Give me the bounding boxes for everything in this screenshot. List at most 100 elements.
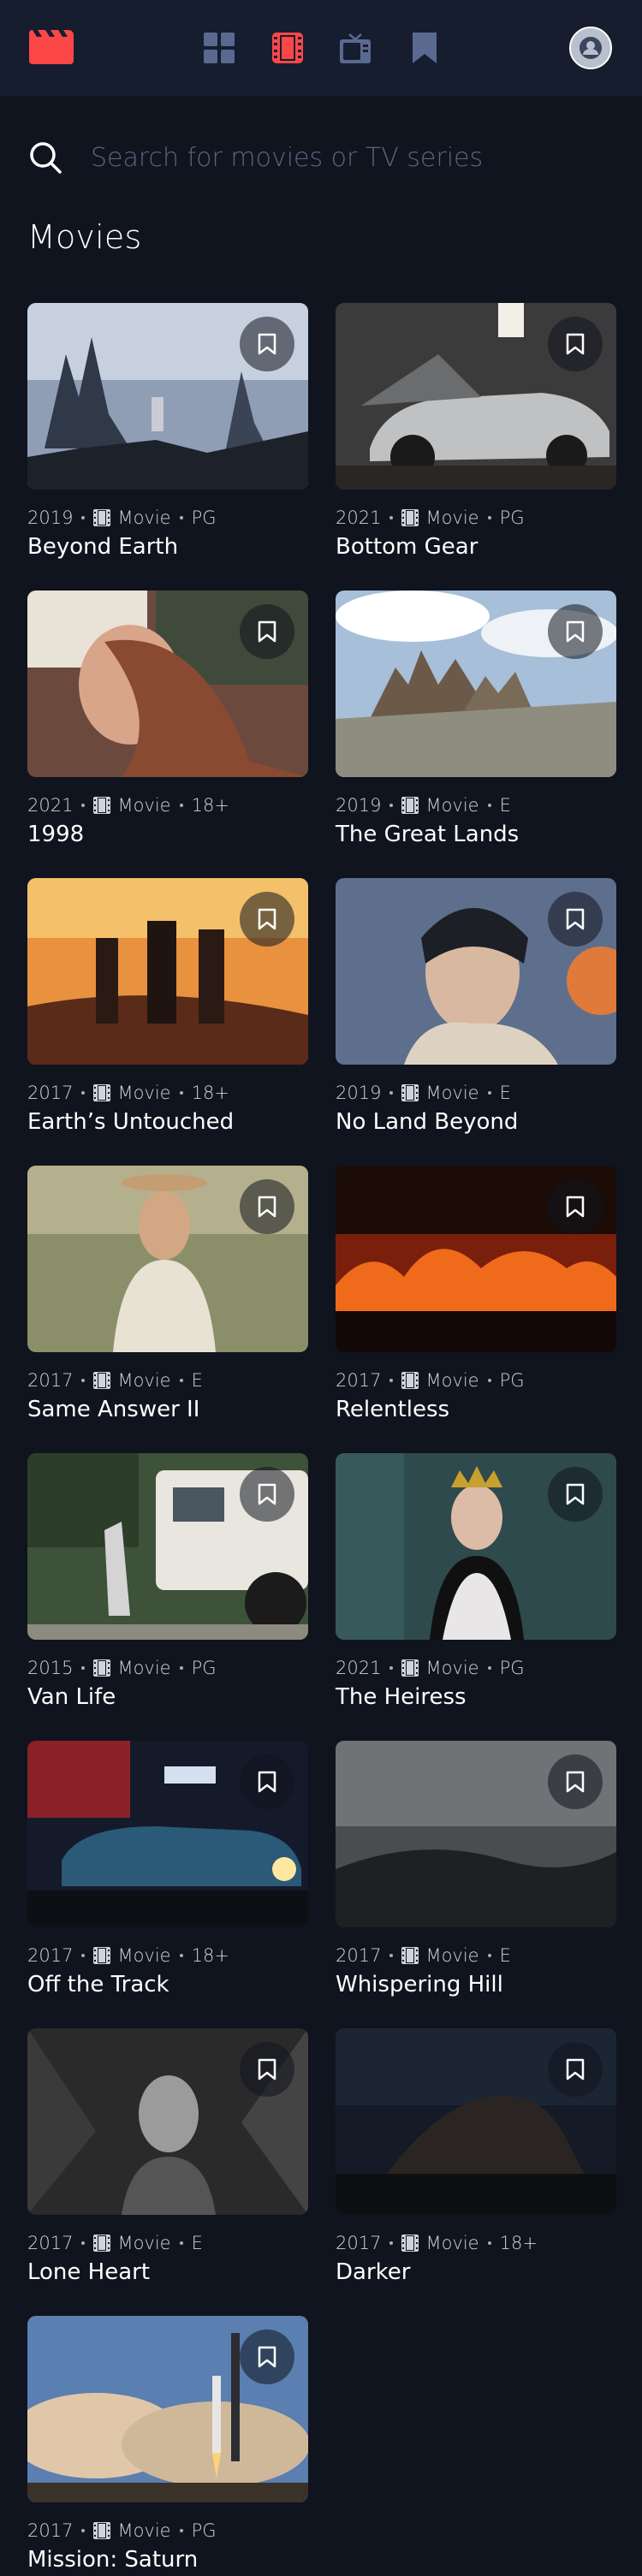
bookmark-empty-icon bbox=[258, 333, 276, 355]
avatar-person-icon bbox=[571, 28, 610, 68]
movie-rating: E bbox=[499, 1945, 511, 1966]
movie-year: 2019 bbox=[336, 795, 382, 816]
separator-dot bbox=[389, 1954, 394, 1957]
bookmark-empty-icon bbox=[566, 333, 585, 355]
movie-category: Movie bbox=[401, 795, 479, 816]
bookmark-button[interactable] bbox=[548, 317, 603, 371]
user-avatar[interactable] bbox=[569, 27, 612, 69]
movie-card[interactable]: 2021 Movie PG Bottom Gear bbox=[336, 303, 616, 591]
movie-thumbnail[interactable] bbox=[336, 2028, 616, 2215]
bookmark-empty-icon bbox=[566, 620, 585, 643]
category-label: Movie bbox=[425, 1945, 479, 1966]
movie-thumbnail[interactable] bbox=[27, 2028, 308, 2215]
movie-meta: 2017 Movie E bbox=[27, 2230, 203, 2256]
bookmark-button[interactable] bbox=[548, 1754, 603, 1809]
category-label: Movie bbox=[117, 1083, 171, 1103]
movie-title: No Land Beyond bbox=[336, 1109, 519, 1135]
movie-category: Movie bbox=[93, 795, 171, 816]
movie-category: Movie bbox=[93, 1658, 171, 1678]
bookmark-button[interactable] bbox=[548, 892, 603, 947]
tv-series-icon[interactable] bbox=[340, 33, 371, 63]
film-category-icon bbox=[401, 797, 419, 814]
bookmark-button[interactable] bbox=[240, 1754, 294, 1809]
movie-card[interactable]: 2017 Movie 18+ Off the Track bbox=[27, 1741, 308, 2028]
movie-meta: 2021 Movie 18+ bbox=[27, 792, 229, 818]
movie-card[interactable]: 2021 Movie PG The Heiress bbox=[336, 1453, 616, 1741]
movie-title: Whispering Hill bbox=[336, 1972, 503, 1997]
movie-category: Movie bbox=[401, 1370, 479, 1391]
movie-thumbnail[interactable] bbox=[27, 1166, 308, 1352]
film-category-icon bbox=[401, 1084, 419, 1101]
movie-category: Movie bbox=[93, 1945, 171, 1966]
movie-rating: E bbox=[191, 2233, 203, 2253]
separator-dot bbox=[81, 1379, 86, 1382]
movie-card[interactable]: 2017 Movie E Lone Heart bbox=[27, 2028, 308, 2316]
movie-category: Movie bbox=[93, 1083, 171, 1103]
movie-year: 2019 bbox=[27, 507, 74, 528]
separator-dot bbox=[81, 2241, 86, 2245]
movie-card[interactable]: 2017 Movie 18+ Darker bbox=[336, 2028, 616, 2316]
movie-meta: 2019 Movie PG bbox=[27, 505, 217, 531]
clapperboard-logo-icon[interactable] bbox=[29, 30, 74, 64]
bookmark-empty-icon bbox=[258, 1196, 276, 1218]
movie-thumbnail[interactable] bbox=[27, 303, 308, 490]
movie-meta: 2021 Movie PG bbox=[336, 505, 525, 531]
movie-thumbnail[interactable] bbox=[27, 1453, 308, 1640]
movie-year: 2017 bbox=[336, 1945, 382, 1966]
movie-thumbnail[interactable] bbox=[27, 878, 308, 1065]
bookmark-button[interactable] bbox=[240, 604, 294, 659]
movie-thumbnail[interactable] bbox=[27, 2316, 308, 2502]
movie-card[interactable]: 2019 Movie E The Great Lands bbox=[336, 591, 616, 878]
bookmark-button[interactable] bbox=[240, 1179, 294, 1234]
movie-thumbnail[interactable] bbox=[336, 878, 616, 1065]
search-icon bbox=[30, 142, 62, 174]
movie-card[interactable]: 2019 Movie E No Land Beyond bbox=[336, 878, 616, 1166]
movie-card[interactable]: 2015 Movie PG Van Life bbox=[27, 1453, 308, 1741]
separator-dot bbox=[487, 1954, 491, 1957]
grid-home-icon[interactable] bbox=[204, 33, 235, 63]
movie-thumbnail[interactable] bbox=[336, 1166, 616, 1352]
movie-category: Movie bbox=[401, 1658, 479, 1678]
movie-thumbnail[interactable] bbox=[27, 591, 308, 777]
movie-thumbnail[interactable] bbox=[336, 1741, 616, 1927]
bookmark-button[interactable] bbox=[240, 317, 294, 371]
bookmark-empty-icon bbox=[566, 2058, 585, 2080]
bookmark-button[interactable] bbox=[548, 2042, 603, 2097]
bookmark-empty-icon bbox=[566, 908, 585, 930]
category-label: Movie bbox=[425, 1083, 479, 1103]
movie-card[interactable]: 2021 Movie 18+ 1998 bbox=[27, 591, 308, 878]
movie-thumbnail[interactable] bbox=[336, 1453, 616, 1640]
movie-card[interactable]: 2017 Movie PG Mission: Saturn bbox=[27, 2316, 308, 2576]
film-category-icon bbox=[401, 1947, 419, 1964]
bookmark-button[interactable] bbox=[240, 1467, 294, 1522]
bookmark-button[interactable] bbox=[548, 1179, 603, 1234]
movie-card[interactable]: 2017 Movie 18+ Earth’s Untouched bbox=[27, 878, 308, 1166]
bookmark-button[interactable] bbox=[240, 892, 294, 947]
search-input[interactable] bbox=[91, 137, 604, 178]
movie-thumbnail[interactable] bbox=[336, 303, 616, 490]
separator-dot bbox=[179, 2529, 183, 2532]
movie-card[interactable]: 2017 Movie PG Relentless bbox=[336, 1166, 616, 1453]
separator-dot bbox=[179, 1666, 183, 1670]
movie-thumbnail[interactable] bbox=[336, 591, 616, 777]
separator-dot bbox=[81, 804, 86, 807]
film-movies-icon[interactable] bbox=[272, 33, 303, 63]
bookmark-button[interactable] bbox=[240, 2330, 294, 2384]
separator-dot bbox=[487, 1379, 491, 1382]
movie-year: 2021 bbox=[27, 795, 74, 816]
movie-rating: PG bbox=[499, 1658, 525, 1678]
movie-card[interactable]: 2017 Movie E Whispering Hill bbox=[336, 1741, 616, 2028]
bookmark-button[interactable] bbox=[240, 2042, 294, 2097]
movie-meta: 2017 Movie 18+ bbox=[27, 1080, 229, 1106]
movie-card[interactable]: 2017 Movie E Same Answer II bbox=[27, 1166, 308, 1453]
category-label: Movie bbox=[425, 1658, 479, 1678]
movie-title: Van Life bbox=[27, 1684, 116, 1710]
movie-thumbnail[interactable] bbox=[27, 1741, 308, 1927]
separator-dot bbox=[81, 516, 86, 519]
bookmark-button[interactable] bbox=[548, 604, 603, 659]
movie-rating: 18+ bbox=[191, 1083, 229, 1103]
movie-rating: E bbox=[499, 1083, 511, 1103]
bookmark-nav-icon[interactable] bbox=[409, 33, 440, 63]
movie-card[interactable]: 2019 Movie PG Beyond Earth bbox=[27, 303, 308, 591]
bookmark-button[interactable] bbox=[548, 1467, 603, 1522]
